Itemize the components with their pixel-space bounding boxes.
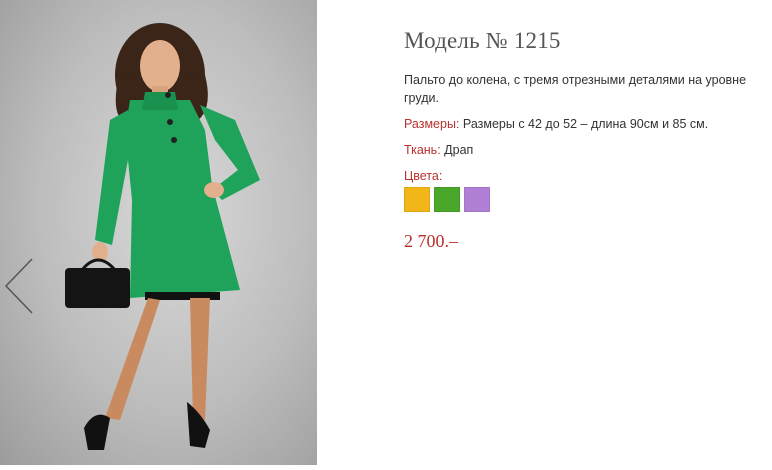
colors-label: Цвета: <box>404 169 443 183</box>
product-info: Модель № 1215 Пальто до колена, с тремя … <box>404 28 769 252</box>
fabric-label: Ткань: <box>404 143 441 157</box>
fabric-row: Ткань: Драп <box>404 141 769 159</box>
color-swatch-purple[interactable] <box>464 187 490 212</box>
color-swatch-yellow[interactable] <box>404 187 430 212</box>
product-photo <box>0 0 317 465</box>
fabric-value: Драп <box>444 143 474 157</box>
sizes-value: Размеры с 42 до 52 – длина 90см и 85 см. <box>462 117 709 131</box>
product-price: 2 700.– <box>404 231 458 251</box>
colors-row: Цвета: <box>404 167 769 185</box>
product-description: Пальто до колена, с тремя отрезными дета… <box>404 73 747 105</box>
color-swatch-green[interactable] <box>434 187 460 212</box>
chevron-left-icon <box>4 258 33 314</box>
sizes-label: Размеры: <box>404 117 460 131</box>
gallery-prev-button[interactable] <box>2 255 36 317</box>
model-illustration <box>65 23 260 450</box>
sizes-row: Размеры: Размеры с 42 до 52 – длина 90см… <box>404 115 769 133</box>
product-title: Модель № 1215 <box>404 28 561 53</box>
color-swatches <box>404 187 769 212</box>
